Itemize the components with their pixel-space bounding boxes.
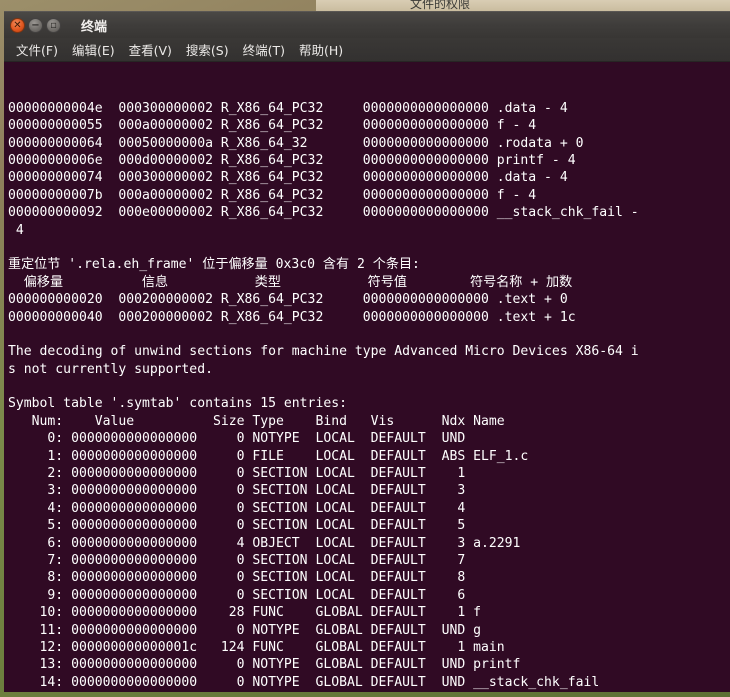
terminal-window: ✕ − ▫ 终端 文件(F) 编辑(E) 查看(V) 搜索(S) 终端(T) 帮… bbox=[4, 11, 730, 692]
terminal-line: Num: Value Size Type Bind Vis Ndx Name bbox=[8, 413, 505, 429]
menu-item-file[interactable]: 文件(F) bbox=[9, 38, 65, 61]
background-window-titlebar[interactable]: 文件的权限 bbox=[316, 0, 730, 11]
menu-item-search[interactable]: 搜索(S) bbox=[179, 38, 236, 61]
desktop-screen: 文件的权限 ✕ − ▫ 终端 文件(F) 编辑(E) 查看(V) 搜索(S) 终… bbox=[0, 0, 730, 697]
window-title: 终端 bbox=[81, 19, 108, 35]
terminal-output[interactable]: 00000000004e 000300000002 R_X86_64_PC32 … bbox=[4, 62, 730, 692]
terminal-line: 4: 0000000000000000 0 SECTION LOCAL DEFA… bbox=[8, 500, 474, 516]
terminal-line: 000000000074 000300000002 R_X86_64_PC32 … bbox=[8, 170, 568, 186]
terminal-line: 000000000055 000a00000002 R_X86_64_PC32 … bbox=[8, 118, 537, 134]
terminal-scrollback: 00000000004e 000300000002 R_X86_64_PC32 … bbox=[8, 100, 730, 692]
menu-item-view[interactable]: 查看(V) bbox=[122, 38, 179, 61]
menu-item-terminal[interactable]: 终端(T) bbox=[236, 38, 292, 61]
terminal-line: 7: 0000000000000000 0 SECTION LOCAL DEFA… bbox=[8, 552, 474, 568]
maximize-icon: ▫ bbox=[50, 19, 57, 31]
terminal-line: 00000000004e 000300000002 R_X86_64_PC32 … bbox=[8, 100, 568, 116]
terminal-line: 6: 0000000000000000 4 OBJECT LOCAL DEFAU… bbox=[8, 535, 521, 551]
terminal-line: 4 bbox=[8, 222, 24, 238]
terminal-line: 000000000064 00050000000a R_X86_64_32 00… bbox=[8, 135, 584, 151]
minimize-icon: − bbox=[31, 19, 40, 31]
terminal-line: 1: 0000000000000000 0 FILE LOCAL DEFAULT… bbox=[8, 448, 529, 464]
close-button[interactable]: ✕ bbox=[10, 17, 25, 33]
terminal-line: 9: 0000000000000000 0 SECTION LOCAL DEFA… bbox=[8, 587, 474, 603]
terminal-line: 8: 0000000000000000 0 SECTION LOCAL DEFA… bbox=[8, 570, 474, 586]
terminal-line: 000000000092 000e00000002 R_X86_64_PC32 … bbox=[8, 205, 639, 221]
terminal-line: 00000000006e 000d00000002 R_X86_64_PC32 … bbox=[8, 152, 576, 168]
terminal-line: 重定位节 '.rela.eh_frame' 位于偏移量 0x3c0 含有 2 个… bbox=[8, 257, 420, 273]
terminal-line: 13: 0000000000000000 0 NOTYPE GLOBAL DEF… bbox=[8, 657, 521, 673]
terminal-line: 5: 0000000000000000 0 SECTION LOCAL DEFA… bbox=[8, 518, 474, 534]
terminal-line: 14: 0000000000000000 0 NOTYPE GLOBAL DEF… bbox=[8, 674, 600, 690]
terminal-line: 11: 0000000000000000 0 NOTYPE GLOBAL DEF… bbox=[8, 622, 481, 638]
menu-item-edit[interactable]: 编辑(E) bbox=[65, 38, 122, 61]
terminal-line: 偏移量 信息 类型 符号值 符号名称 + 加数 bbox=[8, 274, 573, 290]
close-icon: ✕ bbox=[13, 19, 22, 31]
terminal-line: 000000000020 000200000002 R_X86_64_PC32 … bbox=[8, 292, 568, 308]
menu-item-help[interactable]: 帮助(H) bbox=[292, 38, 350, 61]
terminal-line: s not currently supported. bbox=[8, 361, 213, 377]
terminal-line: 0: 0000000000000000 0 NOTYPE LOCAL DEFAU… bbox=[8, 431, 474, 447]
terminal-line: Symbol table '.symtab' contains 15 entri… bbox=[8, 396, 347, 412]
background-window-title: 文件的权限 bbox=[410, 0, 471, 11]
terminal-line: 2: 0000000000000000 0 SECTION LOCAL DEFA… bbox=[8, 466, 474, 482]
maximize-button[interactable]: ▫ bbox=[46, 17, 61, 33]
terminal-line: 00000000007b 000a00000002 R_X86_64_PC32 … bbox=[8, 187, 537, 203]
terminal-line: 12: 000000000000001c 124 FUNC GLOBAL DEF… bbox=[8, 639, 505, 655]
terminal-line: 3: 0000000000000000 0 SECTION LOCAL DEFA… bbox=[8, 483, 474, 499]
terminal-line: 000000000040 000200000002 R_X86_64_PC32 … bbox=[8, 309, 576, 325]
terminal-line: 10: 0000000000000000 28 FUNC GLOBAL DEFA… bbox=[8, 605, 481, 621]
menu-bar: 文件(F) 编辑(E) 查看(V) 搜索(S) 终端(T) 帮助(H) bbox=[4, 38, 730, 62]
terminal-line: The decoding of unwind sections for mach… bbox=[8, 344, 639, 360]
window-titlebar[interactable]: ✕ − ▫ 终端 bbox=[4, 11, 730, 38]
minimize-button[interactable]: − bbox=[28, 17, 43, 33]
